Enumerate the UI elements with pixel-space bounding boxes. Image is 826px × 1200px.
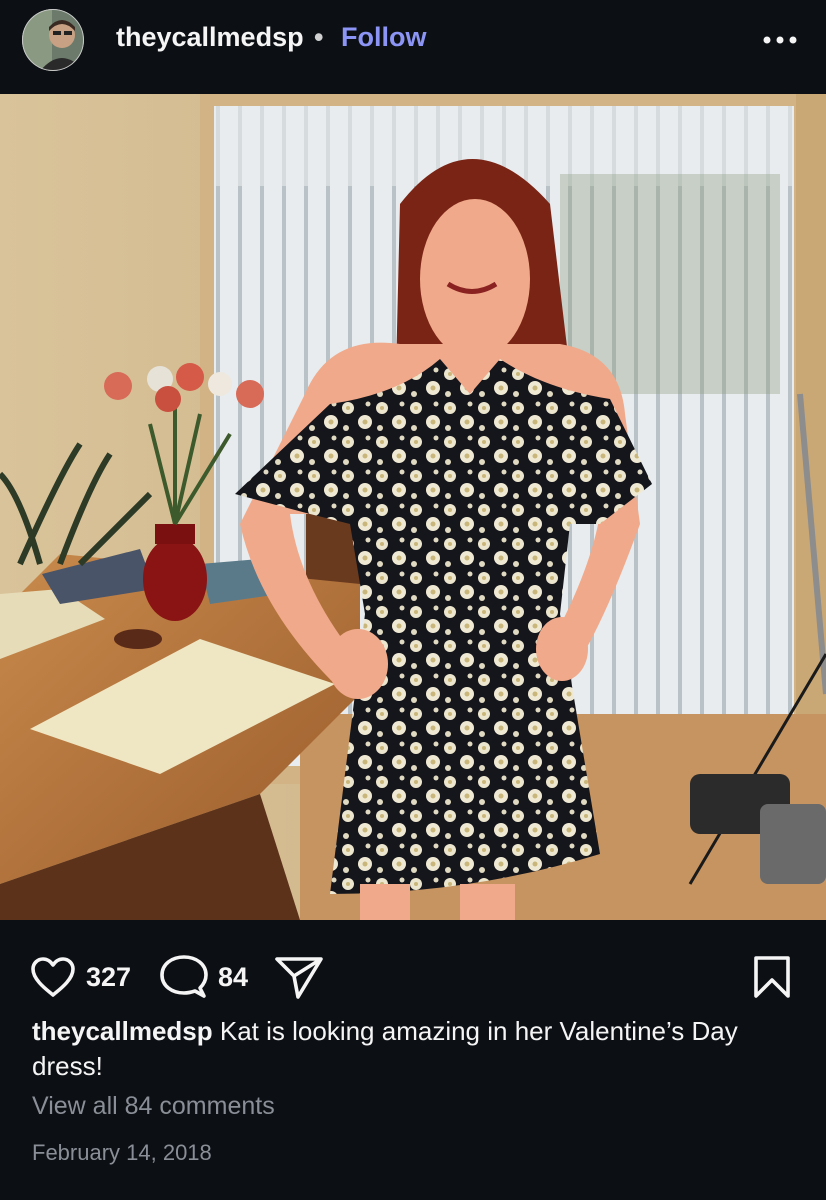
more-options-button[interactable] xyxy=(758,20,802,60)
like-button[interactable]: 327 xyxy=(30,948,131,1006)
avatar-image xyxy=(22,9,84,71)
separator-dot: • xyxy=(314,22,324,52)
post-caption: theycallmedsp Kat is looking amazing in … xyxy=(32,1014,802,1084)
action-bar: 327 84 xyxy=(0,948,826,1006)
post-username[interactable]: theycallmedsp xyxy=(116,22,304,53)
paper-plane-icon xyxy=(275,957,323,999)
post-photo[interactable] xyxy=(0,94,826,920)
more-horizontal-icon xyxy=(763,36,797,44)
bookmark-icon xyxy=(754,956,790,998)
avatar[interactable] xyxy=(22,9,84,71)
photo-image xyxy=(0,94,826,920)
comment-bubble-icon xyxy=(160,955,208,998)
like-count: 327 xyxy=(86,961,132,992)
follow-button[interactable]: Follow xyxy=(341,22,426,53)
post-date: February 14, 2018 xyxy=(32,1140,212,1165)
comment-button[interactable]: 84 xyxy=(160,948,248,1006)
view-comments-link[interactable]: View all 84 comments xyxy=(32,1092,275,1121)
heart-icon xyxy=(31,957,75,997)
save-button[interactable] xyxy=(752,948,792,1006)
share-button[interactable] xyxy=(274,948,324,1006)
comment-count: 84 xyxy=(218,961,249,992)
post-header: theycallmedsp • Follow xyxy=(0,0,826,94)
caption-username[interactable]: theycallmedsp xyxy=(32,1016,213,1046)
